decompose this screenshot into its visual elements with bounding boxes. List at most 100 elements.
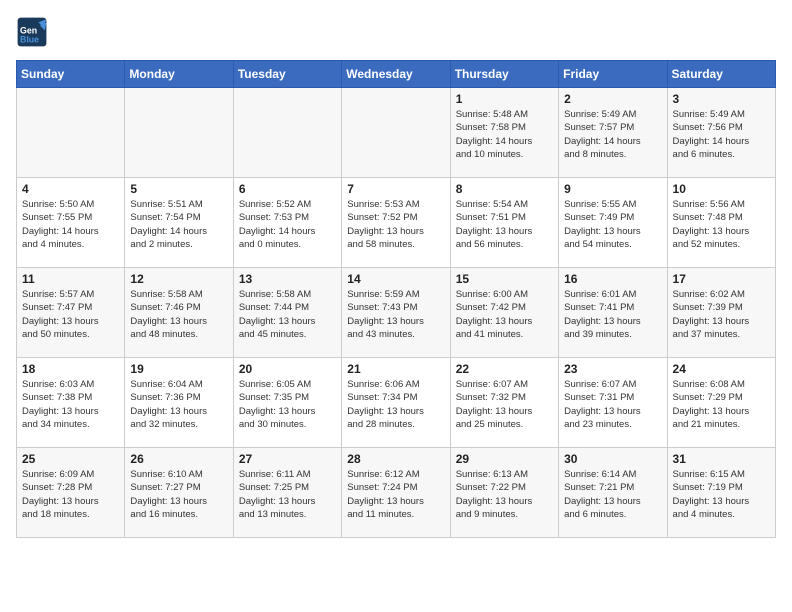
day-number: 9 bbox=[564, 182, 661, 196]
calendar-cell: 25Sunrise: 6:09 AM Sunset: 7:28 PM Dayli… bbox=[17, 448, 125, 538]
calendar-cell: 8 Sunrise: 5:54 AM Sunset: 7:51 PM Daylig… bbox=[450, 178, 558, 268]
day-info: Sunrise: 5:54 AM Sunset: 7:51 PM Dayligh… bbox=[456, 198, 553, 251]
day-number: 17 bbox=[673, 272, 770, 286]
calendar-cell bbox=[342, 88, 450, 178]
day-info: Sunrise: 6:11 AM Sunset: 7:25 PM Dayligh… bbox=[239, 468, 336, 521]
calendar-cell: 18 Sunrise: 6:03 AM Sunset: 7:38 PM Dayli… bbox=[17, 358, 125, 448]
day-number: 4 bbox=[22, 182, 119, 196]
day-header-wednesday: Wednesday bbox=[342, 61, 450, 88]
svg-text:Blue: Blue bbox=[20, 34, 39, 44]
day-number: 23 bbox=[564, 362, 661, 376]
calendar-cell: 27 Sunrise: 6:11 AM Sunset: 7:25 PM Dayli… bbox=[233, 448, 341, 538]
calendar-cell: 12 Sunrise: 5:58 AM Sunset: 7:46 PM Dayli… bbox=[125, 268, 233, 358]
calendar-cell: 3 Sunrise: 5:49 AM Sunset: 7:56 PM Daylig… bbox=[667, 88, 775, 178]
day-number: 29 bbox=[456, 452, 553, 466]
calendar-cell bbox=[125, 88, 233, 178]
calendar-cell: 24 Sunrise: 6:08 AM Sunset: 7:29 PM Dayli… bbox=[667, 358, 775, 448]
day-header-sunday: Sunday bbox=[17, 61, 125, 88]
day-number: 11 bbox=[22, 272, 119, 286]
calendar-cell: 1Sunrise: 5:48 AM Sunset: 7:58 PM Daylig… bbox=[450, 88, 558, 178]
week-row-2: 4 Sunrise: 5:50 AM Sunset: 7:55 PM Daylig… bbox=[17, 178, 776, 268]
day-info: Sunrise: 6:15 AM Sunset: 7:19 PM Dayligh… bbox=[673, 468, 770, 521]
calendar-cell: 31Sunrise: 6:15 AM Sunset: 7:19 PM Dayli… bbox=[667, 448, 775, 538]
day-info: Sunrise: 5:59 AM Sunset: 7:43 PM Dayligh… bbox=[347, 288, 444, 341]
day-number: 18 bbox=[22, 362, 119, 376]
calendar-cell: 19 Sunrise: 6:04 AM Sunset: 7:36 PM Dayli… bbox=[125, 358, 233, 448]
day-header-friday: Friday bbox=[559, 61, 667, 88]
day-number: 19 bbox=[130, 362, 227, 376]
day-info: Sunrise: 5:51 AM Sunset: 7:54 PM Dayligh… bbox=[130, 198, 227, 251]
day-number: 21 bbox=[347, 362, 444, 376]
day-info: Sunrise: 5:58 AM Sunset: 7:44 PM Dayligh… bbox=[239, 288, 336, 341]
calendar-table: SundayMondayTuesdayWednesdayThursdayFrid… bbox=[16, 60, 776, 538]
day-number: 30 bbox=[564, 452, 661, 466]
day-info: Sunrise: 6:08 AM Sunset: 7:29 PM Dayligh… bbox=[673, 378, 770, 431]
day-number: 20 bbox=[239, 362, 336, 376]
day-header-monday: Monday bbox=[125, 61, 233, 88]
calendar-cell: 5 Sunrise: 5:51 AM Sunset: 7:54 PM Daylig… bbox=[125, 178, 233, 268]
day-info: Sunrise: 5:49 AM Sunset: 7:57 PM Dayligh… bbox=[564, 108, 661, 161]
day-number: 2 bbox=[564, 92, 661, 106]
calendar-cell: 26 Sunrise: 6:10 AM Sunset: 7:27 PM Dayli… bbox=[125, 448, 233, 538]
day-number: 13 bbox=[239, 272, 336, 286]
day-header-saturday: Saturday bbox=[667, 61, 775, 88]
calendar-cell: 9 Sunrise: 5:55 AM Sunset: 7:49 PM Daylig… bbox=[559, 178, 667, 268]
calendar-cell: 20Sunrise: 6:05 AM Sunset: 7:35 PM Dayli… bbox=[233, 358, 341, 448]
day-info: Sunrise: 5:55 AM Sunset: 7:49 PM Dayligh… bbox=[564, 198, 661, 251]
week-row-1: 1Sunrise: 5:48 AM Sunset: 7:58 PM Daylig… bbox=[17, 88, 776, 178]
day-info: Sunrise: 6:01 AM Sunset: 7:41 PM Dayligh… bbox=[564, 288, 661, 341]
calendar-cell: 14 Sunrise: 5:59 AM Sunset: 7:43 PM Dayli… bbox=[342, 268, 450, 358]
calendar-cell: 30Sunrise: 6:14 AM Sunset: 7:21 PM Dayli… bbox=[559, 448, 667, 538]
day-info: Sunrise: 6:07 AM Sunset: 7:32 PM Dayligh… bbox=[456, 378, 553, 431]
day-info: Sunrise: 5:58 AM Sunset: 7:46 PM Dayligh… bbox=[130, 288, 227, 341]
week-row-4: 18 Sunrise: 6:03 AM Sunset: 7:38 PM Dayli… bbox=[17, 358, 776, 448]
calendar-cell: 22 Sunrise: 6:07 AM Sunset: 7:32 PM Dayli… bbox=[450, 358, 558, 448]
calendar-cell: 28Sunrise: 6:12 AM Sunset: 7:24 PM Dayli… bbox=[342, 448, 450, 538]
day-info: Sunrise: 5:50 AM Sunset: 7:55 PM Dayligh… bbox=[22, 198, 119, 251]
day-info: Sunrise: 6:04 AM Sunset: 7:36 PM Dayligh… bbox=[130, 378, 227, 431]
day-info: Sunrise: 6:03 AM Sunset: 7:38 PM Dayligh… bbox=[22, 378, 119, 431]
page-header: Gen Blue bbox=[16, 16, 776, 48]
calendar-header-row: SundayMondayTuesdayWednesdayThursdayFrid… bbox=[17, 61, 776, 88]
week-row-5: 25Sunrise: 6:09 AM Sunset: 7:28 PM Dayli… bbox=[17, 448, 776, 538]
day-number: 3 bbox=[673, 92, 770, 106]
day-info: Sunrise: 5:57 AM Sunset: 7:47 PM Dayligh… bbox=[22, 288, 119, 341]
day-info: Sunrise: 6:13 AM Sunset: 7:22 PM Dayligh… bbox=[456, 468, 553, 521]
day-info: Sunrise: 6:00 AM Sunset: 7:42 PM Dayligh… bbox=[456, 288, 553, 341]
week-row-3: 11 Sunrise: 5:57 AM Sunset: 7:47 PM Dayli… bbox=[17, 268, 776, 358]
day-info: Sunrise: 5:52 AM Sunset: 7:53 PM Dayligh… bbox=[239, 198, 336, 251]
day-info: Sunrise: 5:49 AM Sunset: 7:56 PM Dayligh… bbox=[673, 108, 770, 161]
day-number: 1 bbox=[456, 92, 553, 106]
day-number: 24 bbox=[673, 362, 770, 376]
calendar-cell: 2 Sunrise: 5:49 AM Sunset: 7:57 PM Daylig… bbox=[559, 88, 667, 178]
calendar-cell: 15 Sunrise: 6:00 AM Sunset: 7:42 PM Dayli… bbox=[450, 268, 558, 358]
day-number: 12 bbox=[130, 272, 227, 286]
day-number: 10 bbox=[673, 182, 770, 196]
day-number: 5 bbox=[130, 182, 227, 196]
calendar-cell: 21 Sunrise: 6:06 AM Sunset: 7:34 PM Dayli… bbox=[342, 358, 450, 448]
day-number: 15 bbox=[456, 272, 553, 286]
day-number: 25 bbox=[22, 452, 119, 466]
day-number: 6 bbox=[239, 182, 336, 196]
day-info: Sunrise: 6:10 AM Sunset: 7:27 PM Dayligh… bbox=[130, 468, 227, 521]
day-info: Sunrise: 5:56 AM Sunset: 7:48 PM Dayligh… bbox=[673, 198, 770, 251]
day-number: 16 bbox=[564, 272, 661, 286]
calendar-cell: 7 Sunrise: 5:53 AM Sunset: 7:52 PM Daylig… bbox=[342, 178, 450, 268]
calendar-cell: 13 Sunrise: 5:58 AM Sunset: 7:44 PM Dayli… bbox=[233, 268, 341, 358]
day-number: 14 bbox=[347, 272, 444, 286]
calendar-cell: 17Sunrise: 6:02 AM Sunset: 7:39 PM Dayli… bbox=[667, 268, 775, 358]
day-info: Sunrise: 6:07 AM Sunset: 7:31 PM Dayligh… bbox=[564, 378, 661, 431]
day-info: Sunrise: 6:06 AM Sunset: 7:34 PM Dayligh… bbox=[347, 378, 444, 431]
day-header-tuesday: Tuesday bbox=[233, 61, 341, 88]
day-number: 7 bbox=[347, 182, 444, 196]
day-number: 27 bbox=[239, 452, 336, 466]
calendar-cell bbox=[233, 88, 341, 178]
calendar-cell: 16 Sunrise: 6:01 AM Sunset: 7:41 PM Dayli… bbox=[559, 268, 667, 358]
calendar-cell: 29 Sunrise: 6:13 AM Sunset: 7:22 PM Dayli… bbox=[450, 448, 558, 538]
day-number: 8 bbox=[456, 182, 553, 196]
logo: Gen Blue bbox=[16, 16, 52, 48]
day-info: Sunrise: 5:53 AM Sunset: 7:52 PM Dayligh… bbox=[347, 198, 444, 251]
calendar-cell: 10 Sunrise: 5:56 AM Sunset: 7:48 PM Dayli… bbox=[667, 178, 775, 268]
day-number: 26 bbox=[130, 452, 227, 466]
day-number: 22 bbox=[456, 362, 553, 376]
